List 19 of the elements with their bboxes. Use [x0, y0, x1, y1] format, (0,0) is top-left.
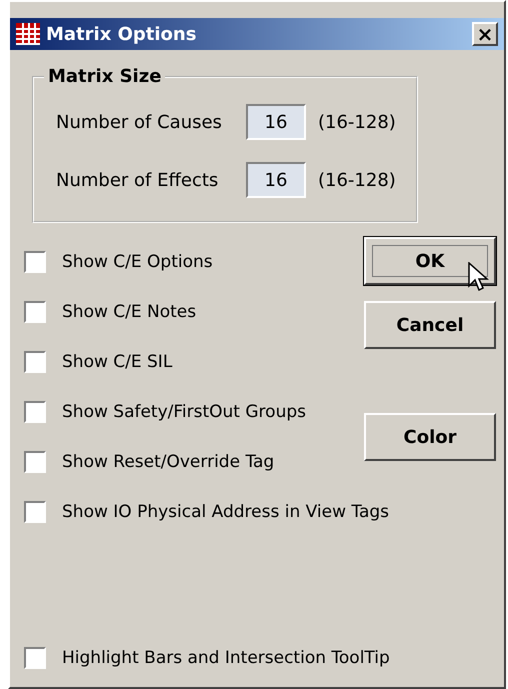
close-button[interactable]: × — [472, 22, 498, 46]
group-title: Matrix Size — [47, 66, 162, 87]
checkbox-label: Show Safety/FirstOut Groups — [62, 402, 306, 422]
checkbox-label: Highlight Bars and Intersection ToolTip — [62, 648, 390, 668]
field-label: Number of Causes — [56, 112, 223, 132]
number-field[interactable]: 16 — [246, 104, 306, 140]
checkbox-label: Show C/E SIL — [62, 352, 172, 372]
field-label: Number of Effects — [56, 170, 220, 190]
dialog-button[interactable]: Color — [364, 413, 496, 461]
number-field[interactable]: 16 — [246, 162, 306, 198]
range-text: (16-128) — [318, 112, 396, 132]
checkbox-label: Show IO Physical Address in View Tags — [62, 502, 390, 522]
window-title: Matrix Options — [46, 24, 198, 44]
dialog-button[interactable]: OK — [364, 237, 496, 285]
checkbox-label: Show Reset/Override Tag — [62, 452, 274, 472]
checkbox-label: Show C/E Notes — [62, 302, 196, 322]
dialog-button[interactable]: Cancel — [364, 301, 496, 349]
range-text: (16-128) — [318, 170, 396, 190]
checkbox-label: Show C/E Options — [62, 252, 213, 272]
